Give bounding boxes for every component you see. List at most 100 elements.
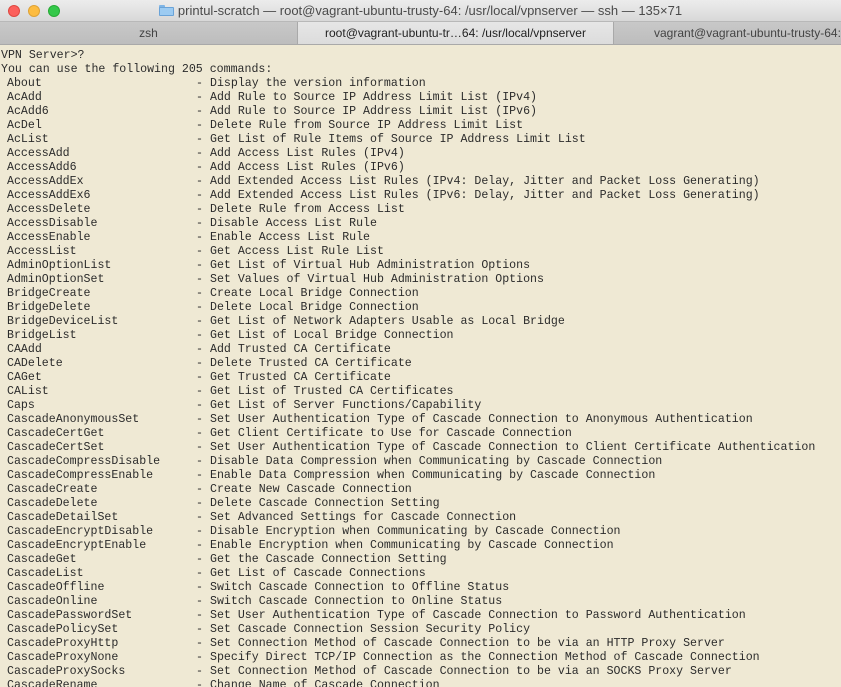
command-separator: - [196,105,203,118]
command-name: AcAdd6 [7,105,49,118]
command-separator: - [196,119,203,132]
command-description: Add Access List Rules (IPv4) [210,147,405,160]
window-title: printul-scratch — root@vagrant-ubuntu-tr… [177,3,683,18]
command-name: BridgeDeviceList [7,315,119,328]
command-separator: - [196,203,203,216]
command-row: BridgeDeviceList - Get List of Network Ada… [0,315,841,329]
command-separator: - [196,637,203,650]
command-name: BridgeDelete [7,301,91,314]
command-row: CADelete - Delete Trusted CA Certificate [0,357,841,371]
command-description: Delete Rule from Source IP Address Limit… [210,119,524,132]
command-row: CascadePolicySet - Set Cascade Connection … [0,623,841,637]
command-description: Add Rule to Source IP Address Limit List… [210,105,537,118]
command-description: Add Extended Access List Rules (IPv4: De… [210,175,760,188]
command-name: AccessList [7,245,77,258]
command-separator: - [196,357,203,370]
command-separator: - [196,133,203,146]
command-row: AdminOptionSet - Set Values of Virtual Hub… [0,273,841,287]
command-separator: - [196,189,203,202]
command-row: CascadeEncryptEnable - Enable Encryption w… [0,539,841,553]
command-separator: - [196,609,203,622]
command-description: Switch Cascade Connection to Offline Sta… [210,581,510,594]
command-separator: - [196,161,203,174]
command-row: About - Display the version information [0,77,841,91]
command-separator: - [196,91,203,104]
command-description: Delete Cascade Connection Setting [210,497,440,510]
command-name: AccessDisable [7,217,98,230]
command-name: AcList [7,133,49,146]
folder-icon [158,5,174,16]
command-description: Set Connection Method of Cascade Connect… [210,637,725,650]
command-description: Get Trusted CA Certificate [210,371,391,384]
command-name: CascadeGet [7,553,77,566]
command-row: CascadeProxyHttp - Set Connection Method o… [0,637,841,651]
command-separator: - [196,455,203,468]
command-row: CascadeProxyNone - Specify Direct TCP/IP C… [0,651,841,665]
command-description: Add Rule to Source IP Address Limit List… [210,91,537,104]
command-separator: - [196,371,203,384]
command-description: Delete Local Bridge Connection [210,301,419,314]
command-description: Change Name of Cascade Connection [210,679,440,687]
command-name: AcAdd [7,91,42,104]
tab-3[interactable]: vagrant@vagrant-ubuntu-trusty-64: ~ [614,22,841,44]
command-name: CADelete [7,357,63,370]
command-description: Set Advanced Settings for Cascade Connec… [210,511,517,524]
command-description: Get Access List Rule List [210,245,384,258]
command-row: BridgeCreate - Create Local Bridge Connect… [0,287,841,301]
command-separator: - [196,483,203,496]
command-description: Get List of Rule Items of Source IP Addr… [210,133,586,146]
command-separator: - [196,511,203,524]
terminal-intro: You can use the following 205 commands: [1,63,273,76]
command-separator: - [196,287,203,300]
command-row: AcAdd6 - Add Rule to Source IP Address Lim… [0,105,841,119]
command-name: CascadeCertSet [7,441,105,454]
command-description: Disable Encryption when Communicating by… [210,525,621,538]
command-row: AccessAddEx6 - Add Extended Access List Ru… [0,189,841,203]
command-name: CascadeCreate [7,483,98,496]
command-row: AcDel - Delete Rule from Source IP Address… [0,119,841,133]
command-separator: - [196,147,203,160]
command-separator: - [196,623,203,636]
command-separator: - [196,525,203,538]
command-row: AcAdd - Add Rule to Source IP Address Limi… [0,91,841,105]
command-description: Delete Rule from Access List [210,203,405,216]
command-separator: - [196,301,203,314]
command-name: CascadePasswordSet [7,609,133,622]
command-description: Enable Access List Rule [210,231,371,244]
command-name: AdminOptionList [7,259,112,272]
command-name: CascadeProxySocks [7,665,126,678]
terminal-output[interactable]: VPN Server>? You can use the following 2… [0,45,841,687]
command-name: CascadeEncryptEnable [7,539,147,552]
command-description: Add Extended Access List Rules (IPv6: De… [210,189,760,202]
command-separator: - [196,665,203,678]
command-name: CascadeList [7,567,84,580]
command-separator: - [196,595,203,608]
command-row: Caps - Get List of Server Functions/Capabi… [0,399,841,413]
command-row: AccessAdd6 - Add Access List Rules (IPv6) [0,161,841,175]
window-title-container: printul-scratch — root@vagrant-ubuntu-tr… [0,0,841,22]
title-bar[interactable]: printul-scratch — root@vagrant-ubuntu-tr… [0,0,841,22]
command-row: CascadeCreate - Create New Cascade Connect… [0,483,841,497]
command-row: AcList - Get List of Rule Items of Source … [0,133,841,147]
command-name: CascadeRename [7,679,98,687]
command-description: Create Local Bridge Connection [210,287,419,300]
command-row: CascadeEncryptDisable - Disable Encryption… [0,525,841,539]
command-row: BridgeDelete - Delete Local Bridge Connect… [0,301,841,315]
command-description: Disable Data Compression when Communicat… [210,455,663,468]
command-name: About [7,77,42,90]
command-name: AccessDelete [7,203,91,216]
command-description: Get List of Server Functions/Capability [210,399,482,412]
command-separator: - [196,399,203,412]
tab-1[interactable]: zsh [0,22,298,44]
command-description: Enable Data Compression when Communicati… [210,469,656,482]
command-row: CAAdd - Add Trusted CA Certificate [0,343,841,357]
tab-2[interactable]: root@vagrant-ubuntu-tr…64: /usr/local/vp… [298,22,614,44]
command-row: CascadeProxySocks - Set Connection Method … [0,665,841,679]
command-description: Specify Direct TCP/IP Connection as the … [210,651,760,664]
command-row: AdminOptionList - Get List of Virtual Hub … [0,259,841,273]
command-description: Add Access List Rules (IPv6) [210,161,405,174]
command-name: AccessAdd [7,147,70,160]
command-name: CascadeOnline [7,595,98,608]
command-row: CascadeCertGet - Get Client Certificate to… [0,427,841,441]
command-description: Get List of Cascade Connections [210,567,426,580]
